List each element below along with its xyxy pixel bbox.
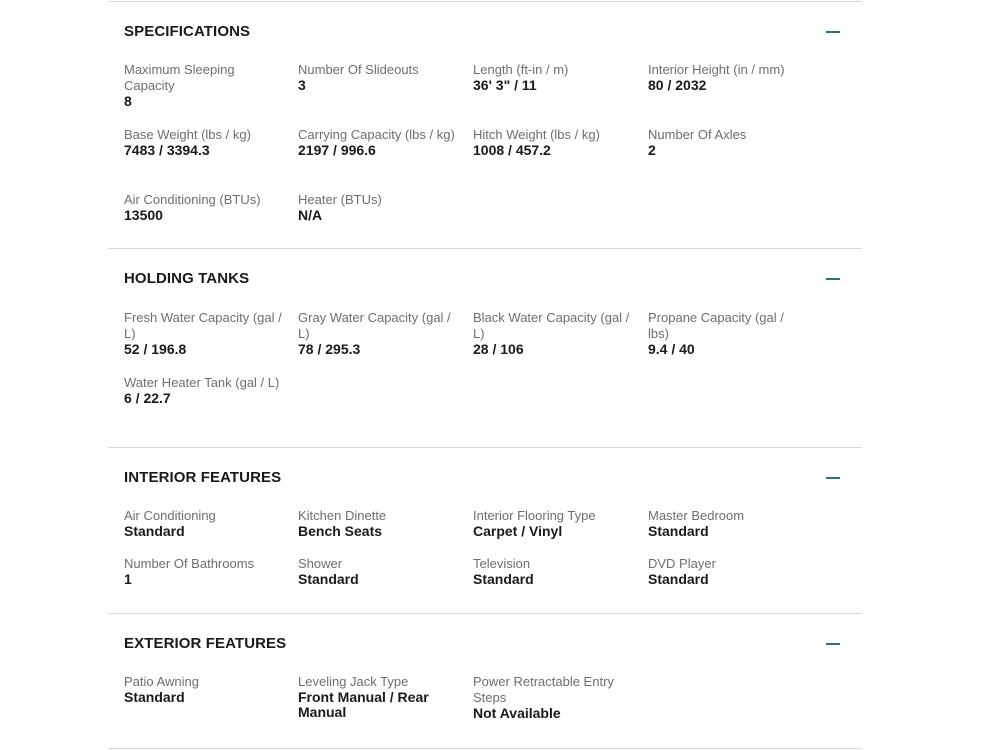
spec-value: 3 bbox=[298, 77, 306, 93]
spec-value: Front Manual / Rear Manual bbox=[298, 689, 429, 720]
spec-item: Heater (BTUs) N/A bbox=[298, 192, 473, 232]
spec-label: Carrying Capacity (lbs / kg) bbox=[298, 127, 455, 142]
spec-item: Air Conditioning Standard bbox=[124, 508, 298, 556]
spec-label: Hitch Weight (lbs / kg) bbox=[473, 127, 600, 142]
spec-label: Length (ft-in / m) bbox=[473, 62, 569, 77]
spec-label: Air Conditioning bbox=[124, 508, 216, 523]
spec-label: Fresh Water Capacity (gal / L) bbox=[124, 310, 282, 341]
spec-item: Television Standard bbox=[473, 556, 648, 596]
spec-grid: Patio Awning Standard Leveling Jack Type… bbox=[108, 674, 862, 724]
spec-label: Maximum Sleeping Capacity bbox=[124, 62, 235, 93]
section-header-holding-tanks[interactable]: HOLDING TANKS bbox=[108, 249, 862, 310]
section-title: INTERIOR FEATURES bbox=[124, 469, 282, 486]
spec-item: Hitch Weight (lbs / kg) 1008 / 457.2 bbox=[473, 127, 648, 192]
spec-value: 80 / 2032 bbox=[648, 77, 707, 93]
spec-item: Number Of Bathrooms 1 bbox=[124, 556, 298, 596]
section-title: SPECIFICATIONS bbox=[124, 23, 251, 40]
spec-value: 9.4 / 40 bbox=[648, 341, 695, 357]
spec-label: Number Of Axles bbox=[648, 127, 747, 142]
spec-item: Carrying Capacity (lbs / kg) 2197 / 996.… bbox=[298, 127, 473, 192]
spec-value: 78 / 295.3 bbox=[298, 341, 361, 357]
spec-grid: Air Conditioning Standard Kitchen Dinett… bbox=[108, 508, 862, 596]
minus-icon[interactable] bbox=[826, 643, 840, 645]
spec-label: Kitchen Dinette bbox=[298, 508, 387, 523]
spec-value: Not Available bbox=[473, 705, 561, 721]
spec-label: Master Bedroom bbox=[648, 508, 745, 523]
spec-label: DVD Player bbox=[648, 556, 716, 571]
spec-grid: Maximum Sleeping Capacity 8 Number Of Sl… bbox=[108, 62, 862, 232]
spec-value: 2 bbox=[648, 142, 656, 158]
spec-value: Standard bbox=[124, 523, 185, 539]
spec-label: Patio Awning bbox=[124, 674, 199, 689]
spec-item: Number Of Slideouts 3 bbox=[298, 62, 473, 127]
spec-item: Black Water Capacity (gal / L) 28 / 106 bbox=[473, 310, 648, 375]
spec-item: Power Retractable Entry Steps Not Availa… bbox=[473, 674, 648, 724]
spec-item: Water Heater Tank (gal / L) 6 / 22.7 bbox=[124, 375, 298, 425]
spec-item: Fresh Water Capacity (gal / L) 52 / 196.… bbox=[124, 310, 298, 375]
spec-label: Air Conditioning (BTUs) bbox=[124, 192, 261, 207]
spec-item: Master Bedroom Standard bbox=[648, 508, 818, 556]
spec-value: 52 / 196.8 bbox=[124, 341, 187, 357]
spec-label: Television bbox=[473, 556, 531, 571]
spec-label: Gray Water Capacity (gal / L) bbox=[298, 310, 451, 341]
spec-item: Interior Flooring Type Carpet / Vinyl bbox=[473, 508, 648, 556]
spec-item: Interior Height (in / mm) 80 / 2032 bbox=[648, 62, 818, 127]
spec-value: 28 / 106 bbox=[473, 341, 524, 357]
section-header-specifications[interactable]: SPECIFICATIONS bbox=[108, 2, 862, 62]
spec-item: DVD Player Standard bbox=[648, 556, 818, 596]
spec-value: 2197 / 996.6 bbox=[298, 142, 376, 158]
spec-item: Gray Water Capacity (gal / L) 78 / 295.3 bbox=[298, 310, 473, 375]
spec-value: 7483 / 3394.3 bbox=[124, 142, 210, 158]
spec-item: Kitchen Dinette Bench Seats bbox=[298, 508, 473, 556]
spec-value: Standard bbox=[648, 571, 709, 587]
spec-value: 6 / 22.7 bbox=[124, 390, 171, 406]
section-title: HOLDING TANKS bbox=[124, 270, 250, 287]
spec-item: Number Of Axles 2 bbox=[648, 127, 818, 192]
spec-value: Standard bbox=[648, 523, 709, 539]
spec-value: 13500 bbox=[124, 207, 163, 223]
spec-item: Patio Awning Standard bbox=[124, 674, 298, 724]
section-title: EXTERIOR FEATURES bbox=[124, 635, 287, 652]
spec-value: Standard bbox=[298, 571, 359, 587]
minus-icon[interactable] bbox=[826, 477, 840, 479]
spec-label: Base Weight (lbs / kg) bbox=[124, 127, 251, 142]
minus-icon[interactable] bbox=[826, 278, 840, 280]
spec-value: 1008 / 457.2 bbox=[473, 142, 551, 158]
section-holding-tanks: HOLDING TANKS Fresh Water Capacity (gal … bbox=[108, 248, 862, 447]
spec-item: Length (ft-in / m) 36' 3" / 11 bbox=[473, 62, 648, 127]
spec-label: Leveling Jack Type bbox=[298, 674, 409, 689]
spec-item: Maximum Sleeping Capacity 8 bbox=[124, 62, 298, 127]
spec-label: Propane Capacity (gal / lbs) bbox=[648, 310, 784, 341]
spec-label: Interior Flooring Type bbox=[473, 508, 596, 523]
spec-label: Number Of Bathrooms bbox=[124, 556, 255, 571]
spec-value: N/A bbox=[298, 207, 323, 223]
spec-value: 8 bbox=[124, 93, 132, 109]
spec-label: Number Of Slideouts bbox=[298, 62, 419, 77]
section-interior-features: INTERIOR FEATURES Air Conditioning Stand… bbox=[108, 447, 862, 613]
spec-item: Propane Capacity (gal / lbs) 9.4 / 40 bbox=[648, 310, 818, 375]
spec-label: Water Heater Tank (gal / L) bbox=[124, 375, 280, 390]
spec-value: Bench Seats bbox=[298, 523, 383, 539]
spec-value: 1 bbox=[124, 571, 132, 587]
spec-label: Heater (BTUs) bbox=[298, 192, 382, 207]
spec-label: Black Water Capacity (gal / L) bbox=[473, 310, 630, 341]
spec-item: Air Conditioning (BTUs) 13500 bbox=[124, 192, 298, 232]
spec-label: Interior Height (in / mm) bbox=[648, 62, 785, 77]
spec-label: Shower bbox=[298, 556, 343, 571]
spec-item: Shower Standard bbox=[298, 556, 473, 596]
section-header-exterior-features[interactable]: EXTERIOR FEATURES bbox=[108, 614, 862, 674]
minus-icon[interactable] bbox=[826, 31, 840, 33]
section-header-interior-features[interactable]: INTERIOR FEATURES bbox=[108, 448, 862, 508]
spec-value: Carpet / Vinyl bbox=[473, 523, 563, 539]
spec-item: Base Weight (lbs / kg) 7483 / 3394.3 bbox=[124, 127, 298, 192]
spec-value: Standard bbox=[124, 689, 185, 705]
spec-accordion: SPECIFICATIONS Maximum Sleeping Capacity… bbox=[108, 1, 862, 749]
spec-item: Leveling Jack Type Front Manual / Rear M… bbox=[298, 674, 473, 724]
spec-label: Power Retractable Entry Steps bbox=[473, 674, 614, 705]
spec-value: 36' 3" / 11 bbox=[473, 77, 537, 93]
spec-value: Standard bbox=[473, 571, 534, 587]
spec-grid: Fresh Water Capacity (gal / L) 52 / 196.… bbox=[108, 310, 862, 425]
section-specifications: SPECIFICATIONS Maximum Sleeping Capacity… bbox=[108, 1, 862, 248]
section-exterior-features: EXTERIOR FEATURES Patio Awning Standard … bbox=[108, 613, 862, 749]
